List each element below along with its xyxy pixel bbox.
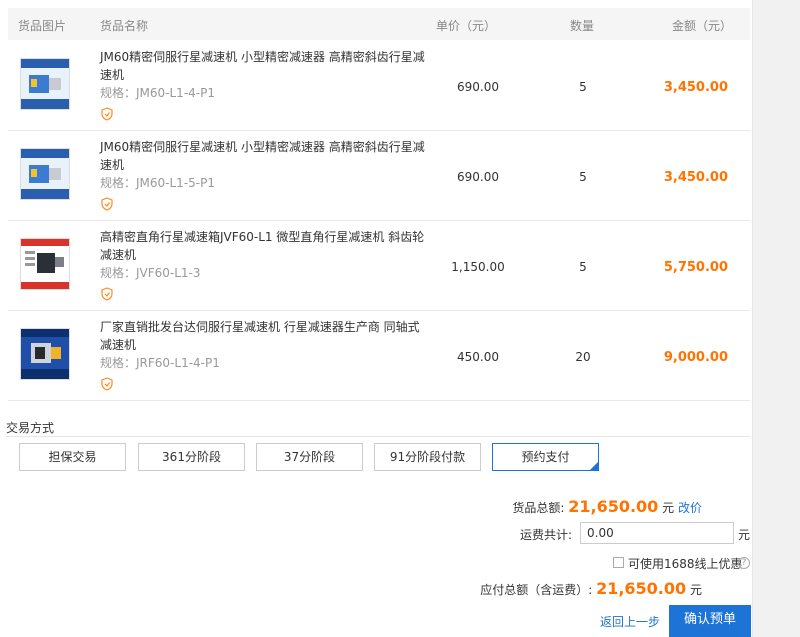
quantity: 5 <box>579 260 587 274</box>
header-price: 单价（元） <box>436 19 497 33</box>
goods-total-value: 21,650.00 <box>568 497 659 516</box>
product-spec: 规格：JVF60-L1-3 <box>100 266 201 280</box>
table-row: 厂家直销批发台达伺服行星减速机 行星减速器生产商 同轴式减速机 规格：JRF60… <box>8 310 750 401</box>
help-icon[interactable]: ? <box>738 557 750 569</box>
product-title[interactable]: JM60精密伺服行星减速机 小型精密减速器 高精密斜齿行星减速机 <box>100 48 430 84</box>
payable-value: 21,650.00 <box>596 579 687 598</box>
header-name: 货品名称 <box>100 19 149 33</box>
product-image[interactable] <box>20 328 70 380</box>
trade-option-91[interactable]: 91分阶段付款 <box>374 443 481 471</box>
trade-method-label: 交易方式 <box>6 421 55 435</box>
scrollbar[interactable] <box>752 0 800 637</box>
shield-icon <box>101 287 113 301</box>
trade-option-37[interactable]: 37分阶段 <box>256 443 363 471</box>
payable-unit: 元 <box>689 583 702 597</box>
back-link[interactable]: 返回上一步 <box>600 613 660 630</box>
selected-corner-icon <box>589 461 599 471</box>
table-row: JM60精密伺服行星减速机 小型精密减速器 高精密斜齿行星减速机 规格：JM60… <box>8 130 750 221</box>
shield-icon <box>101 107 113 121</box>
row-amount: 9,000.00 <box>663 350 728 365</box>
product-spec: 规格：JM60-L1-5-P1 <box>100 176 215 190</box>
order-confirm-panel: 货品图片 货品名称 单价（元） 数量 金额（元） JM60精密伺服行星减速机 小… <box>0 0 752 637</box>
header-amount: 金额（元） <box>672 19 733 33</box>
row-amount: 3,450.00 <box>663 170 728 185</box>
payable-total-row: 应付总额（含运费）: 21,650.00 元 <box>480 579 702 598</box>
payable-label: 应付总额（含运费）: <box>480 583 593 597</box>
goods-total-row: 货品总额: 21,650.00 元 改价 <box>512 497 702 516</box>
quantity: 5 <box>579 80 587 94</box>
product-image[interactable] <box>20 148 70 200</box>
trade-option-guarantee[interactable]: 担保交易 <box>19 443 126 471</box>
freight-input[interactable] <box>580 522 734 544</box>
unit-price: 1,150.00 <box>451 260 505 274</box>
table-row: 高精密直角行星减速箱JVF60-L1 微型直角行星减速机 斜齿轮减速机 规格：J… <box>8 220 750 311</box>
shield-icon <box>101 377 113 391</box>
product-spec: 规格：JM60-L1-4-P1 <box>100 86 215 100</box>
unit-price: 690.00 <box>457 80 499 94</box>
product-image[interactable] <box>20 58 70 110</box>
header-qty: 数量 <box>570 19 595 33</box>
trade-option-reservation[interactable]: 预约支付 <box>492 443 599 471</box>
product-spec: 规格：JRF60-L1-4-P1 <box>100 356 220 370</box>
quantity: 5 <box>579 170 587 184</box>
freight-unit: 元 <box>738 528 751 542</box>
shield-icon <box>101 197 113 211</box>
discount-label: 可使用1688线上优惠 <box>628 557 743 571</box>
trade-option-reservation-label: 预约支付 <box>521 450 570 464</box>
freight-label: 运费共计: <box>520 528 573 542</box>
product-title[interactable]: 高精密直角行星减速箱JVF60-L1 微型直角行星减速机 斜齿轮减速机 <box>100 228 430 264</box>
product-image[interactable] <box>20 238 70 290</box>
quantity: 20 <box>575 350 591 364</box>
goods-total-unit: 元 <box>662 501 675 515</box>
row-amount: 3,450.00 <box>663 80 728 95</box>
trade-option-361[interactable]: 361分阶段 <box>138 443 245 471</box>
header-image: 货品图片 <box>18 19 67 33</box>
table-header: 货品图片 货品名称 单价（元） 数量 金额（元） <box>8 8 750 40</box>
goods-total-label: 货品总额: <box>512 501 565 515</box>
row-amount: 5,750.00 <box>663 260 728 275</box>
discount-checkbox[interactable] <box>613 557 624 568</box>
edit-price-link[interactable]: 改价 <box>678 501 702 515</box>
confirm-order-button[interactable]: 确认预单 <box>669 605 751 637</box>
table-row: JM60精密伺服行星减速机 小型精密减速器 高精密斜齿行星减速机 规格：JM60… <box>8 40 750 131</box>
unit-price: 450.00 <box>457 350 499 364</box>
divider <box>6 436 750 437</box>
product-title[interactable]: JM60精密伺服行星减速机 小型精密减速器 高精密斜齿行星减速机 <box>100 138 430 174</box>
product-title[interactable]: 厂家直销批发台达伺服行星减速机 行星减速器生产商 同轴式减速机 <box>100 318 430 354</box>
unit-price: 690.00 <box>457 170 499 184</box>
